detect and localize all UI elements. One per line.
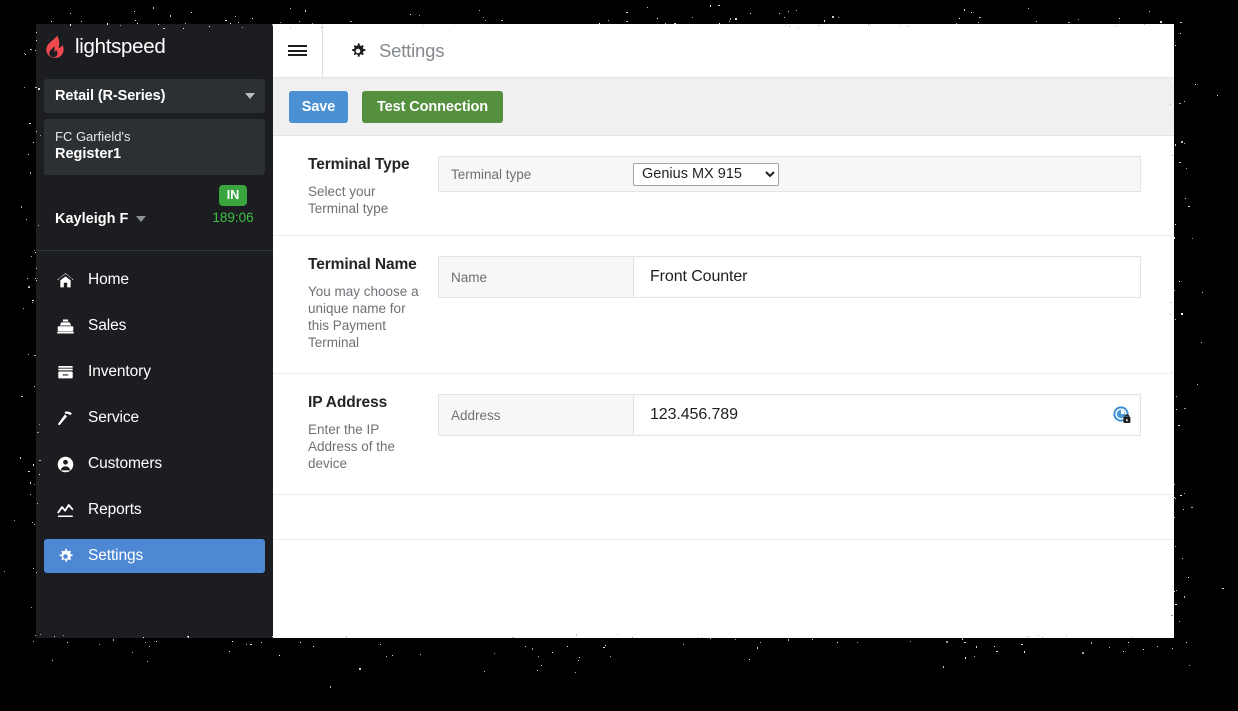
section-terminal-type: Terminal Type Select your Terminal type …: [273, 136, 1174, 236]
section-ip-address: IP Address Enter the IP Address of the d…: [273, 374, 1174, 495]
section-title: Terminal Type: [308, 156, 410, 173]
section-right: Name: [438, 256, 1174, 351]
field-label: Name: [439, 257, 633, 297]
section-title: Terminal Name: [308, 256, 417, 273]
section-description: Select your Terminal type: [308, 184, 389, 216]
field-label: Address: [439, 395, 633, 435]
register-info[interactable]: FC Garfield's Register1: [44, 119, 265, 175]
sidebar-item-label: Reports: [88, 501, 142, 518]
field-control: [633, 257, 1140, 297]
section-left: IP Address Enter the IP Address of the d…: [273, 394, 438, 472]
sidebar-item-label: Home: [88, 271, 129, 288]
sidebar-item-inventory[interactable]: Inventory: [44, 355, 265, 389]
user-circle-icon: [55, 454, 75, 474]
section-right: Terminal type Genius MX 915Genius MX 925…: [438, 156, 1174, 217]
shop-series-select[interactable]: Retail (R-Series): [44, 79, 265, 113]
sidebar-item-settings[interactable]: Settings: [44, 539, 265, 573]
home-icon: [55, 270, 75, 290]
gear-icon: [349, 42, 367, 60]
terminal-name-input[interactable]: [634, 257, 1140, 297]
sidebar-nav: Home Sales Inventory Service Customers R…: [36, 251, 273, 573]
sidebar-item-label: Service: [88, 409, 139, 426]
section-title: IP Address: [308, 394, 388, 411]
settings-content: Terminal Type Select your Terminal type …: [273, 136, 1174, 638]
cash-register-icon: [55, 316, 75, 336]
user-name: Kayleigh F: [55, 211, 129, 227]
sidebar-item-sales[interactable]: Sales: [44, 309, 265, 343]
sidebar-item-label: Settings: [88, 547, 144, 564]
line-chart-icon: [55, 500, 75, 520]
sidebar-item-label: Customers: [88, 455, 163, 472]
page-title: Settings: [379, 39, 445, 61]
brand-logo: lightspeed: [36, 24, 273, 70]
clock-timer: 189:06: [212, 210, 254, 225]
sidebar: lightspeed Retail (R-Series) FC Garfield…: [36, 24, 273, 638]
clock-status: IN 189:06: [207, 185, 259, 225]
hamburger-menu-icon[interactable]: [273, 24, 323, 77]
field-control: [633, 395, 1140, 435]
field-row-ip-address: Address: [438, 394, 1141, 436]
screen: lightspeed Retail (R-Series) FC Garfield…: [0, 0, 1238, 711]
flame-icon: [45, 35, 67, 59]
hammer-icon: [55, 408, 75, 428]
register-name: Register1: [55, 146, 122, 162]
test-connection-button[interactable]: Test Connection: [362, 90, 504, 123]
status-badge[interactable]: IN: [218, 185, 248, 206]
section-description: You may choose a unique name for this Pa…: [308, 284, 419, 350]
field-control: Genius MX 915Genius MX 925Genius CX 5Gen…: [633, 157, 1140, 191]
shop-series-label: Retail (R-Series): [55, 88, 166, 104]
sidebar-item-customers[interactable]: Customers: [44, 447, 265, 481]
section-left: Terminal Type Select your Terminal type: [273, 156, 438, 217]
topbar: Settings: [273, 24, 1174, 78]
section-left: Terminal Name You may choose a unique na…: [273, 256, 438, 351]
password-manager-lock-icon[interactable]: [1112, 405, 1132, 425]
caret-down-icon: [245, 93, 255, 99]
gear-icon: [55, 546, 75, 566]
sidebar-item-reports[interactable]: Reports: [44, 493, 265, 527]
page-title-group: Settings: [323, 40, 444, 62]
shop-name: FC Garfield's: [55, 129, 131, 144]
inventory-drawers-icon: [55, 362, 75, 382]
user-row: Kayleigh F IN 189:06: [36, 185, 273, 241]
brand-name: lightspeed: [75, 35, 166, 58]
section-terminal-name: Terminal Name You may choose a unique na…: [273, 236, 1174, 374]
field-row-terminal-type: Terminal type Genius MX 915Genius MX 925…: [438, 156, 1141, 192]
section-right: Address: [438, 394, 1174, 472]
sidebar-item-label: Inventory: [88, 363, 151, 380]
main-area: Settings Save Test Connection Terminal T…: [273, 24, 1174, 638]
action-toolbar: Save Test Connection: [273, 78, 1174, 136]
save-button[interactable]: Save: [289, 90, 348, 123]
application-window: lightspeed Retail (R-Series) FC Garfield…: [36, 24, 1174, 638]
ip-address-input[interactable]: [634, 395, 1140, 435]
section-description: Enter the IP Address of the device: [308, 422, 396, 471]
sidebar-item-home[interactable]: Home: [44, 263, 265, 297]
sidebar-item-label: Sales: [88, 317, 127, 334]
sidebar-item-service[interactable]: Service: [44, 401, 265, 435]
caret-down-icon[interactable]: [136, 216, 147, 222]
content-tail: [273, 540, 1174, 606]
field-row-terminal-name: Name: [438, 256, 1141, 298]
field-label: Terminal type: [439, 157, 633, 191]
section-spacer: [273, 495, 1174, 540]
terminal-type-select[interactable]: Genius MX 915Genius MX 925Genius CX 5Gen…: [633, 162, 779, 186]
